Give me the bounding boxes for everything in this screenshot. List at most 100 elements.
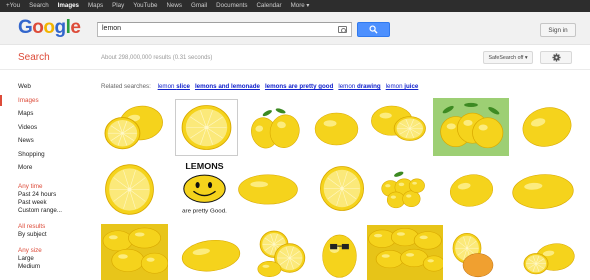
results-filter-option[interactable]: By subject	[0, 231, 96, 239]
search-button[interactable]	[357, 22, 390, 37]
top-nav-link[interactable]: News	[167, 0, 182, 12]
lemon-image	[311, 103, 362, 153]
lemon-image	[101, 96, 168, 156]
time-filter-option[interactable]: Custom range...	[0, 207, 96, 215]
image-result-thumbnail[interactable]	[374, 160, 429, 217]
top-nav-link[interactable]: Search	[29, 0, 49, 12]
lemon-image	[374, 160, 429, 217]
related-searches: Related searches: lemon slice lemons and …	[101, 83, 418, 90]
lemon-image	[178, 226, 244, 280]
image-result-thumbnail[interactable]	[101, 224, 168, 280]
time-filter-option[interactable]: Past week	[0, 199, 96, 207]
related-link-term: slice	[176, 83, 190, 90]
sidebar-item-images[interactable]: Images	[0, 94, 96, 108]
image-result-thumbnail[interactable]: LEMONS are pretty Good.	[170, 159, 239, 221]
image-result-thumbnail[interactable]	[311, 103, 362, 153]
related-link-term: juice	[404, 83, 419, 90]
related-search-link[interactable]: lemons are pretty good	[265, 83, 333, 90]
image-result-thumbnail[interactable]	[178, 226, 244, 280]
top-nav-link[interactable]: +You	[6, 0, 20, 12]
any-size-title[interactable]: Any size	[0, 247, 96, 255]
drawing-title: LEMONS	[185, 161, 224, 170]
any-time-title[interactable]: Any time	[0, 183, 96, 191]
image-result-thumbnail[interactable]	[518, 99, 576, 155]
sidebar-item-news[interactable]: News	[0, 134, 96, 148]
lemon-image	[369, 100, 429, 146]
sidebar-item-maps[interactable]: Maps	[0, 107, 96, 121]
lemon-image	[247, 101, 305, 156]
top-nav-link[interactable]: Documents	[216, 0, 247, 12]
image-result-thumbnail[interactable]	[518, 229, 578, 280]
lemon-image	[176, 100, 237, 155]
image-result-thumbnail[interactable]	[236, 164, 300, 213]
image-result-thumbnail[interactable]	[510, 164, 576, 217]
section-title: Search	[18, 52, 50, 63]
time-filter-option[interactable]: Past 24 hours	[0, 191, 96, 199]
image-result-thumbnail[interactable]	[252, 225, 310, 280]
related-link-prefix: lemon	[157, 83, 177, 90]
lemon-image	[101, 224, 168, 280]
image-result-thumbnail[interactable]	[433, 98, 509, 156]
sidebar-item-web[interactable]: Web	[0, 80, 96, 94]
image-result-thumbnail[interactable]	[446, 166, 497, 215]
image-result-thumbnail[interactable]	[101, 96, 168, 156]
logo-text: Google	[18, 17, 81, 38]
camera-icon[interactable]	[338, 26, 347, 33]
sidebar-item-more[interactable]: More	[0, 161, 96, 175]
lemon-image	[433, 98, 509, 156]
lemon-image	[446, 166, 497, 215]
image-result-thumbnail[interactable]	[369, 100, 429, 146]
settings-button[interactable]	[540, 51, 572, 64]
lemon-image	[315, 161, 369, 216]
image-result-thumbnail[interactable]	[247, 101, 305, 156]
header: Google lemon Sign in	[0, 12, 590, 45]
related-searches-label: Related searches:	[101, 83, 151, 90]
search-input[interactable]: lemon	[97, 22, 352, 37]
lemon-cartoon-image: LEMONS are pretty Good.	[170, 159, 239, 221]
left-sidebar: Web Images Maps Videos News Shopping More Any t…	[0, 80, 96, 271]
drawing-caption: are pretty Good.	[182, 209, 227, 215]
size-filter-option[interactable]: Medium	[0, 263, 96, 271]
lemon-image	[510, 164, 576, 217]
google-logo[interactable]: Google	[18, 17, 81, 38]
search-icon	[369, 25, 378, 34]
top-nav-bar: +You Search Images Maps Play YouTube News Gmail…	[0, 0, 590, 12]
related-link-term: lemons and lemonade	[194, 83, 260, 90]
image-result-thumbnail[interactable]	[315, 161, 369, 216]
related-link-term: drawing	[356, 83, 381, 90]
size-filter-option[interactable]: Large	[0, 255, 96, 263]
related-search-link[interactable]: lemons and lemonade	[195, 83, 260, 90]
top-nav-link[interactable]: More ▾	[291, 0, 310, 12]
image-result-thumbnail[interactable]	[367, 225, 443, 280]
result-stats: About 298,000,000 results (0.31 seconds)	[101, 55, 213, 61]
related-search-link[interactable]: lemon juice	[386, 83, 419, 90]
related-link-prefix: lemon	[338, 83, 357, 90]
sign-in-button[interactable]: Sign in	[540, 23, 576, 37]
image-result-thumbnail[interactable]	[175, 99, 238, 156]
sidebar-item-shopping[interactable]: Shopping	[0, 148, 96, 162]
related-link-prefix: lemon	[385, 83, 405, 90]
top-nav-link[interactable]: Play	[112, 0, 124, 12]
top-nav-link[interactable]: YouTube	[133, 0, 157, 12]
image-result-thumbnail[interactable]	[316, 227, 363, 280]
top-nav-link[interactable]: Calendar	[256, 0, 281, 12]
related-search-link[interactable]: lemon slice	[158, 83, 190, 90]
top-nav-link[interactable]: Gmail	[191, 0, 207, 12]
sidebar-item-videos[interactable]: Videos	[0, 121, 96, 135]
safesearch-dropdown[interactable]: SafeSearch off ▾	[483, 51, 533, 64]
all-results-title[interactable]: All results	[0, 223, 96, 231]
lemon-image	[448, 227, 498, 280]
lemon-image	[518, 99, 576, 155]
search-query-text: lemon	[102, 25, 122, 32]
image-result-thumbnail[interactable]	[101, 160, 158, 219]
related-link-term: lemons are pretty good	[264, 83, 334, 90]
related-search-link[interactable]: lemon drawing	[338, 83, 380, 90]
lemon-image	[252, 225, 310, 280]
lemon-image	[236, 164, 300, 213]
top-nav-link[interactable]: Maps	[88, 0, 103, 12]
gear-icon	[551, 53, 561, 62]
lemon-image	[518, 229, 578, 280]
image-result-thumbnail[interactable]	[448, 227, 498, 280]
lemon-image	[316, 227, 363, 280]
top-nav-link[interactable]: Images	[58, 0, 79, 12]
